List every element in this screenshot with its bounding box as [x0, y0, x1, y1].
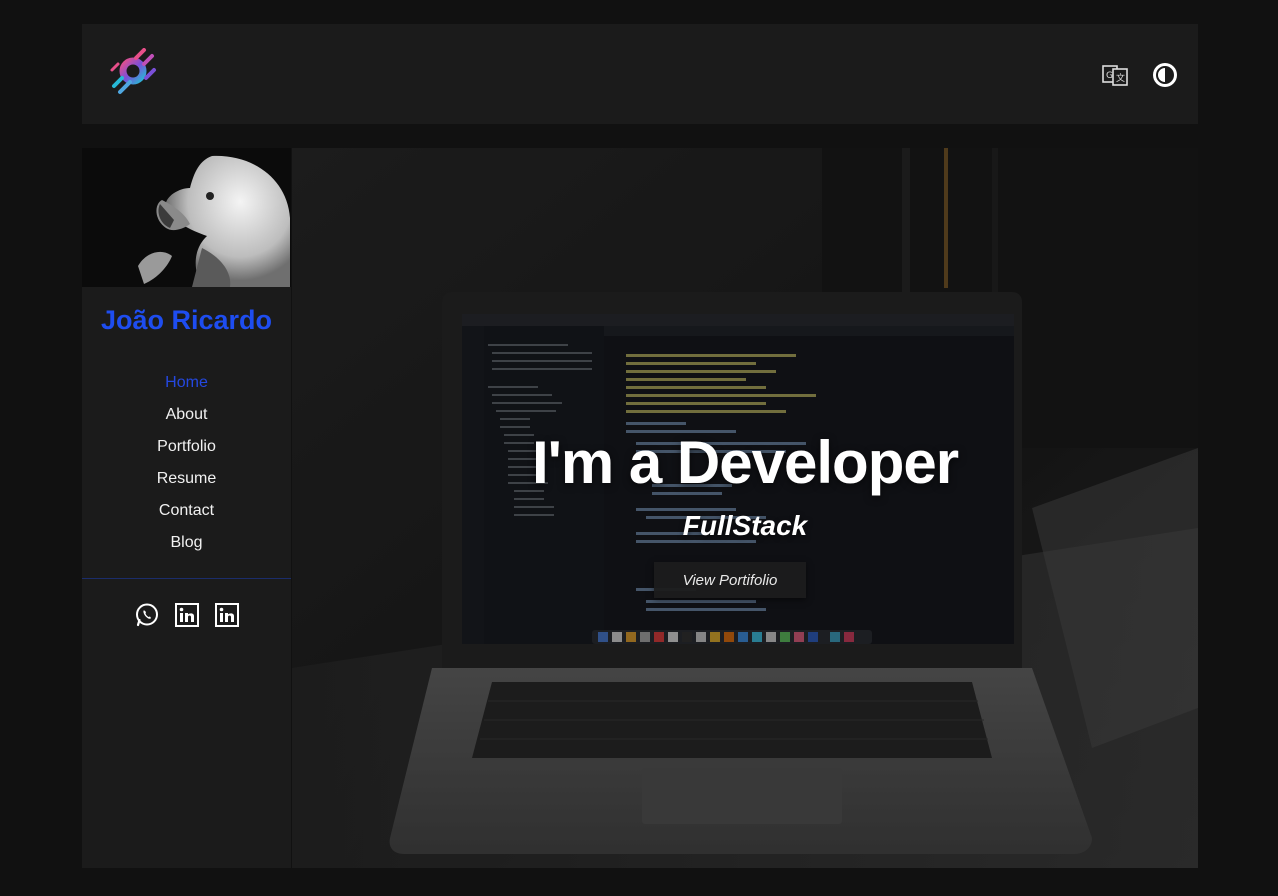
hero-section: I'm a Developer FullStack View Portifoli… — [292, 148, 1198, 868]
linkedin-icon[interactable] — [174, 603, 199, 627]
hero-title: I'm a Developer — [531, 429, 959, 496]
nav-item-about[interactable]: About — [82, 404, 291, 436]
social-links — [82, 603, 291, 627]
nav-item-home[interactable]: Home — [82, 372, 291, 404]
whatsapp-icon[interactable] — [135, 603, 159, 627]
view-portfolio-button[interactable]: View Portifolio — [654, 562, 806, 598]
sidebar: João Ricardo Home About Portfolio Resume… — [82, 148, 291, 868]
profile-name: João Ricardo — [100, 305, 273, 335]
translate-icon[interactable]: G 文 — [1100, 60, 1130, 90]
nav-item-portfolio[interactable]: Portfolio — [82, 436, 291, 468]
nav-item-resume[interactable]: Resume — [82, 468, 291, 500]
eagle-avatar — [82, 148, 291, 287]
top-header: G 文 — [82, 24, 1198, 124]
svg-text:G: G — [1106, 71, 1113, 81]
nav-item-contact[interactable]: Contact — [82, 500, 291, 532]
laptop-background-image — [292, 148, 1198, 868]
hero-subtitle: FullStack — [682, 510, 808, 541]
brand-logo-icon[interactable] — [108, 48, 158, 96]
nav-item-blog[interactable]: Blog — [82, 532, 291, 564]
contrast-icon[interactable] — [1150, 60, 1180, 90]
svg-text:文: 文 — [1116, 72, 1125, 84]
main-nav: Home About Portfolio Resume Contact Blog — [82, 372, 291, 564]
linkedin-icon[interactable] — [214, 603, 239, 627]
sidebar-divider — [82, 578, 291, 579]
